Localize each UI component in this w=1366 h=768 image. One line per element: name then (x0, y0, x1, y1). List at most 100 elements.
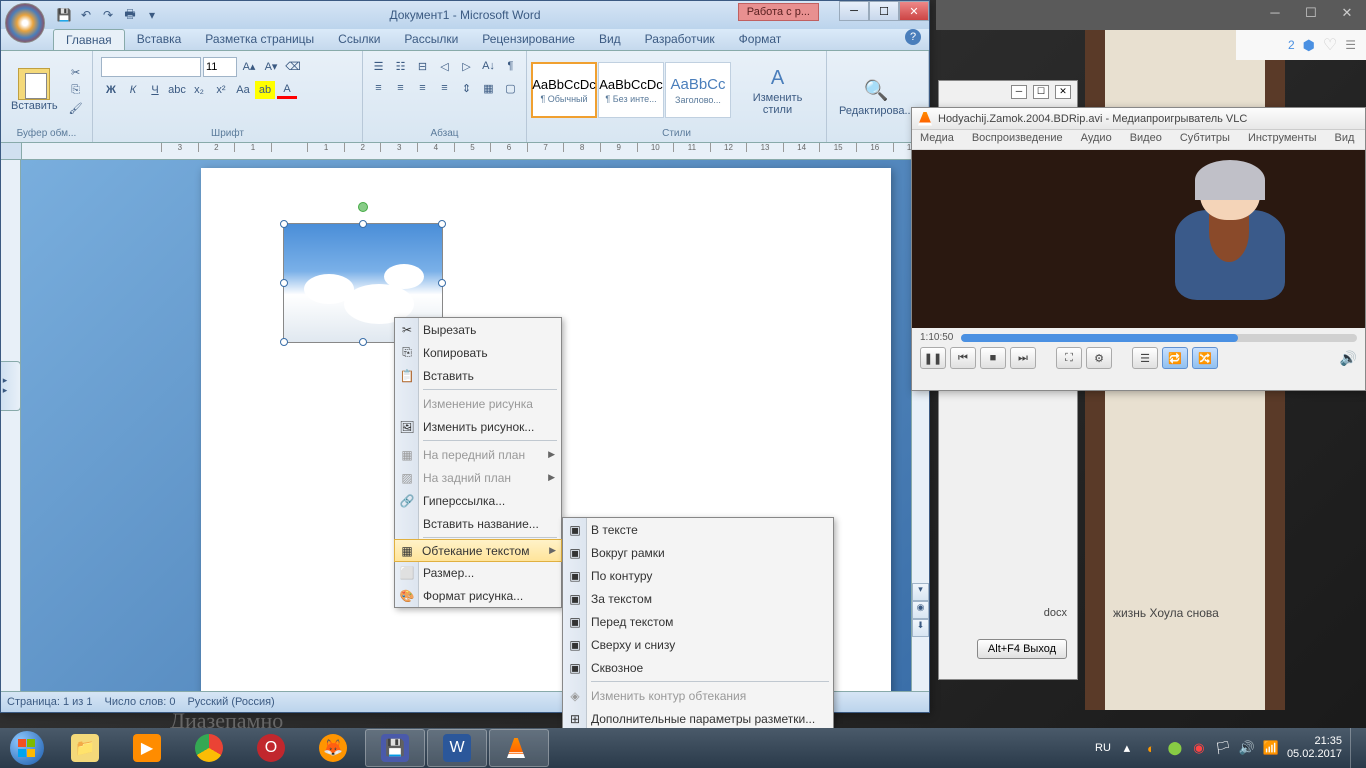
subscript-icon[interactable]: x₂ (189, 81, 209, 99)
vertical-ruler[interactable] (1, 160, 21, 691)
font-family-select[interactable] (101, 57, 201, 77)
ctx-insert-caption[interactable]: Вставить название... (395, 512, 561, 535)
help-icon[interactable]: ? (905, 29, 921, 45)
rotate-handle[interactable] (358, 202, 368, 212)
vlc-stop-button[interactable]: ■ (980, 347, 1006, 369)
vlc-progress-bar[interactable] (961, 334, 1357, 342)
change-case-icon[interactable]: Aa (233, 81, 253, 99)
heart-icon[interactable]: ♡ (1323, 35, 1337, 55)
sort-icon[interactable]: A↓ (479, 57, 499, 75)
wrap-inline[interactable]: ▣В тексте (563, 518, 833, 541)
indent-inc-icon[interactable]: ▷ (457, 57, 477, 75)
tray-action-center-icon[interactable]: 🏳 (1215, 740, 1231, 756)
task-explorer[interactable]: 📁 (55, 729, 115, 767)
office-button[interactable] (5, 3, 45, 43)
strike-icon[interactable]: abc (167, 81, 187, 99)
vlc-menu-tools[interactable]: Инструменты (1244, 130, 1321, 149)
tab-home[interactable]: Главная (53, 29, 125, 50)
show-desktop-button[interactable] (1350, 728, 1358, 768)
tray-show-hidden[interactable]: ▴ (1119, 740, 1135, 756)
vlc-fullscreen-button[interactable]: ⛶ (1056, 347, 1082, 369)
indent-dec-icon[interactable]: ◁ (435, 57, 455, 75)
tab-format[interactable]: Формат (727, 29, 794, 50)
line-spacing-icon[interactable]: ⇕ (457, 79, 477, 97)
tab-view[interactable]: Вид (587, 29, 633, 50)
start-button[interactable] (0, 728, 54, 768)
vlc-next-button[interactable]: ⏭ (1010, 347, 1036, 369)
ctx-hyperlink[interactable]: 🔗Гиперссылка... (395, 489, 561, 512)
side-panel-tab[interactable]: ▸▸ (1, 361, 21, 411)
task-opera[interactable]: O (241, 729, 301, 767)
qat-more-icon[interactable]: ▾ (143, 6, 161, 24)
tray-app2-icon[interactable]: ⬤ (1167, 740, 1183, 756)
align-left-icon[interactable]: ≡ (369, 79, 389, 97)
task-firefox[interactable]: 🦊 (303, 729, 363, 767)
style-heading1[interactable]: AaBbCc Заголово... (665, 62, 731, 118)
align-center-icon[interactable]: ≡ (391, 79, 411, 97)
vlc-loop-button[interactable]: 🔁 (1162, 347, 1188, 369)
format-painter-icon[interactable]: 🖌 (66, 99, 86, 117)
vlc-menu-subtitle[interactable]: Субтитры (1176, 130, 1234, 149)
word-minimize[interactable]: ─ (839, 1, 869, 21)
tab-mailings[interactable]: Рассылки (392, 29, 470, 50)
shrink-font-icon[interactable]: A▾ (261, 57, 281, 75)
superscript-icon[interactable]: x² (211, 81, 231, 99)
save-icon[interactable]: 💾 (55, 6, 73, 24)
tray-volume-icon[interactable]: 🔊 (1239, 740, 1255, 756)
vlc-shuffle-button[interactable]: 🔀 (1192, 347, 1218, 369)
wrap-more-options[interactable]: ⊞Дополнительные параметры разметки... (563, 707, 833, 730)
style-no-spacing[interactable]: AaBbCcDc ¶ Без инте... (598, 62, 664, 118)
word-close[interactable]: ✕ (899, 1, 929, 21)
tray-lang[interactable]: RU (1095, 742, 1111, 754)
vlc-menu-view[interactable]: Вид (1331, 130, 1359, 149)
vlc-menu-media[interactable]: Медиа (916, 130, 958, 149)
tab-insert[interactable]: Вставка (125, 29, 194, 50)
status-lang[interactable]: Русский (Россия) (187, 696, 274, 708)
grow-font-icon[interactable]: A▴ (239, 57, 259, 75)
prev-page[interactable]: ◉ (912, 601, 929, 619)
browser-maximize[interactable]: ☐ (1298, 5, 1324, 25)
style-normal[interactable]: AaBbCcDc ¶ Обычный (531, 62, 597, 118)
task-app1[interactable]: 💾 (365, 729, 425, 767)
ctx-copy[interactable]: ⎘Копировать (395, 341, 561, 364)
tab-references[interactable]: Ссылки (326, 29, 392, 50)
ctx-size[interactable]: ⬜Размер... (395, 561, 561, 584)
vlc-volume-icon[interactable]: 🔊 (1340, 350, 1357, 367)
ctx-format-picture[interactable]: 🎨Формат рисунка... (395, 584, 561, 607)
vlc-video-area[interactable] (912, 150, 1365, 328)
wrap-top-bottom[interactable]: ▣Сверху и снизу (563, 633, 833, 656)
clear-format-icon[interactable]: ⌫ (283, 57, 303, 75)
task-chrome[interactable] (179, 729, 239, 767)
vlc-titlebar[interactable]: Hodyachij.Zamok.2004.BDRip.avi - Медиапр… (912, 108, 1365, 130)
vlc-ext-settings-button[interactable]: ⚙ (1086, 347, 1112, 369)
wrap-tight[interactable]: ▣По контуру (563, 564, 833, 587)
cut-icon[interactable]: ✂ (66, 63, 86, 81)
task-wmp[interactable]: ▶ (117, 729, 177, 767)
vlc-prev-button[interactable]: ⏮ (950, 347, 976, 369)
italic-icon[interactable]: К (123, 81, 143, 99)
handle-sw[interactable] (280, 338, 288, 346)
status-page[interactable]: Страница: 1 из 1 (7, 696, 93, 708)
status-words[interactable]: Число слов: 0 (105, 696, 176, 708)
tray-network-icon[interactable]: 📶 (1263, 740, 1279, 756)
find-button[interactable]: 🔍 Редактирова... (831, 73, 922, 121)
handle-ne[interactable] (438, 220, 446, 228)
browser-close[interactable]: ✕ (1334, 5, 1360, 25)
highlight-icon[interactable]: ab (255, 81, 275, 99)
browser-menu-icon[interactable]: ☰ (1345, 38, 1356, 52)
explorer-maximize[interactable]: ☐ (1033, 85, 1049, 99)
explorer-minimize[interactable]: ─ (1011, 85, 1027, 99)
justify-icon[interactable]: ≡ (435, 79, 455, 97)
word-maximize[interactable]: ☐ (869, 1, 899, 21)
tray-app3-icon[interactable]: ◉ (1191, 740, 1207, 756)
exit-button[interactable]: Alt+F4 Выход (977, 639, 1067, 659)
shield-icon[interactable]: ⬢ (1303, 37, 1315, 54)
next-page[interactable]: ⬇ (912, 619, 929, 637)
ctx-text-wrapping[interactable]: ▦Обтекание текстом▶ (394, 539, 562, 562)
numbering-icon[interactable]: ☷ (391, 57, 411, 75)
tray-clock[interactable]: 21:35 05.02.2017 (1287, 735, 1342, 761)
change-styles-button[interactable]: A Изменить стили (733, 60, 822, 120)
vlc-menu-audio[interactable]: Аудио (1077, 130, 1116, 149)
browser-minimize[interactable]: ─ (1262, 5, 1288, 25)
vlc-menu-playback[interactable]: Воспроизведение (968, 130, 1067, 149)
